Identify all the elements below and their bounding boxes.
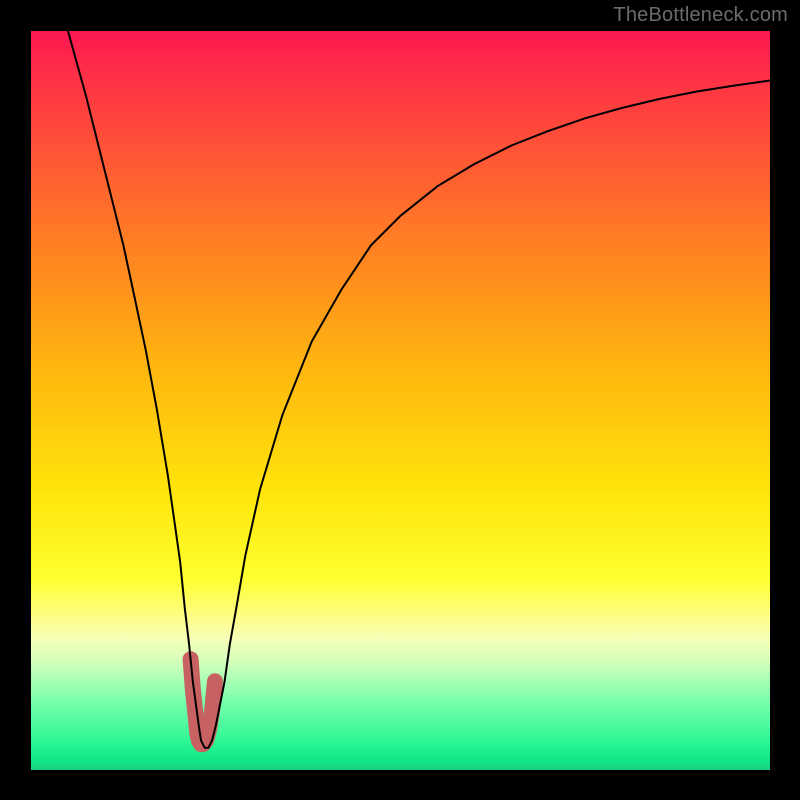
bottleneck-curve [68,31,770,748]
chart-plot-area [31,31,770,770]
chart-curve-layer [31,31,770,770]
watermark-text: TheBottleneck.com [613,4,788,27]
highlight-band [191,659,215,744]
